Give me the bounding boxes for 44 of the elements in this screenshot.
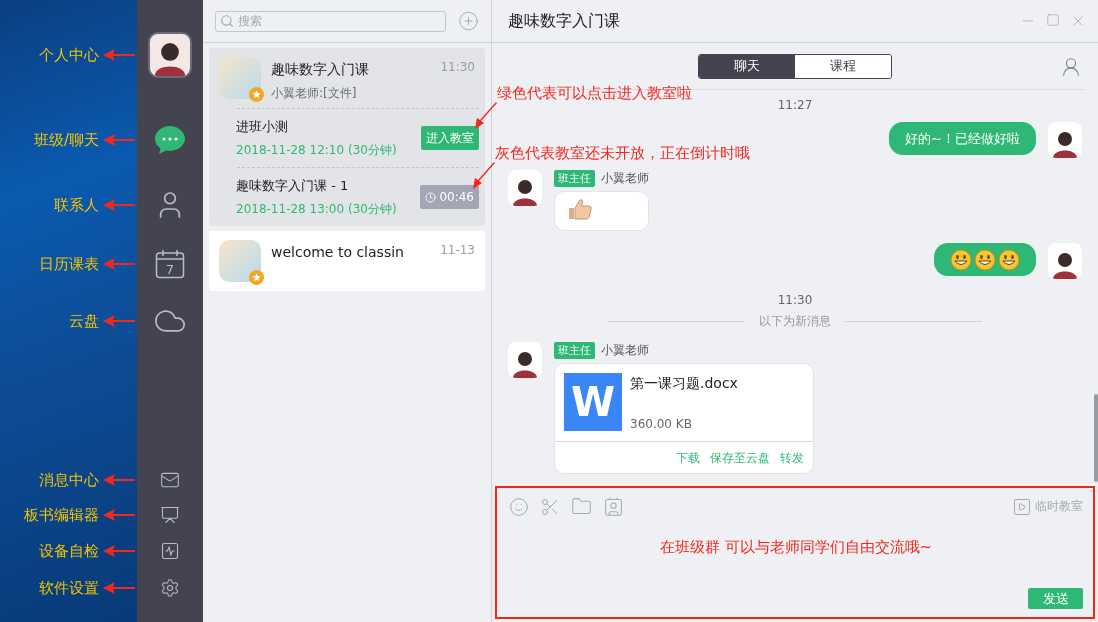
file-action-link[interactable]: 保存至云盘 xyxy=(710,450,770,467)
role-tag: 班主任 xyxy=(554,342,595,359)
file-size: 360.00 KB xyxy=(630,417,693,431)
callout-label: 软件设置 xyxy=(39,578,99,598)
callout-text: 绿色代表可以点击进入教室啦 xyxy=(497,84,692,103)
file-action-link[interactable]: 下载 xyxy=(676,450,700,467)
lesson-schedule: 2018-11-28 13:00 (30分钟) xyxy=(236,200,397,218)
file-action-link[interactable]: 转发 xyxy=(780,450,804,467)
callout-label: 联系人 xyxy=(54,195,99,215)
callout-label: 个人中心 xyxy=(39,45,99,65)
callout-text: 灰色代表教室还未开放，正在倒计时哦 xyxy=(495,144,750,163)
callout-label: 日历课表 xyxy=(39,254,99,274)
conversation-card[interactable]: 趣味数字入门课 小翼老师:[文件] 11:30 进班小测 2018-11-28 12:10 (30分钟) 进入教室 趣味数字入门课 - 1 2018-11-28 13:00 (30分钟) 00:46 xyxy=(209,48,485,226)
callout-text: 在班级群 可以与老师同学们自由交流哦~ xyxy=(659,538,933,557)
callout-label: 板书编辑器 xyxy=(24,505,99,525)
outgoing-message-bubble: 好的~！已经做好啦 xyxy=(889,122,1036,155)
callout-label: 设备自检 xyxy=(39,541,99,561)
sender-name: 小翼老师 xyxy=(601,342,649,359)
sender-name: 小翼老师 xyxy=(601,170,649,187)
message-time: 11:30 xyxy=(777,293,813,307)
file-name: 第一课习题.docx xyxy=(630,375,738,393)
conversation-title: 趣味数字入门课 xyxy=(271,61,370,79)
conversation-title: welcome to classin xyxy=(271,244,405,260)
lesson-schedule: 2018-11-28 12:10 (30分钟) xyxy=(236,141,397,159)
chat-tab[interactable]: 聊天 xyxy=(699,54,795,78)
conversation-preview: 小翼老师:[文件] xyxy=(271,85,358,102)
message-time: 11:27 xyxy=(777,98,813,112)
lesson-title: 趣味数字入门课 - 1 xyxy=(236,176,350,195)
word-document-icon: W xyxy=(564,373,622,431)
role-tag: 班主任 xyxy=(554,170,595,187)
callout-label: 班级/聊天 xyxy=(33,130,99,150)
chat-title: 趣味数字入门课 xyxy=(508,10,620,32)
conversation-card[interactable]: welcome to classin 11-13 xyxy=(209,231,485,291)
conversation-time: 11-13 xyxy=(440,242,476,257)
chat-tab[interactable]: 课程 xyxy=(795,54,891,78)
callout-label: 云盘 xyxy=(69,311,99,331)
send-button[interactable]: 发送 xyxy=(1028,588,1083,609)
search-field[interactable]: 搜索 xyxy=(215,10,446,32)
conversation-time: 11:30 xyxy=(440,59,476,74)
new-messages-divider: 以下为新消息 xyxy=(759,313,831,330)
file-message-card[interactable]: W 第一课习题.docx 360.00 KB 下载 保存至云盘 转发 xyxy=(554,363,814,474)
lesson-title: 进班小测 xyxy=(236,117,289,136)
enter-classroom-button[interactable]: 进入教室 xyxy=(421,126,479,150)
callout-label: 消息中心 xyxy=(39,470,99,490)
